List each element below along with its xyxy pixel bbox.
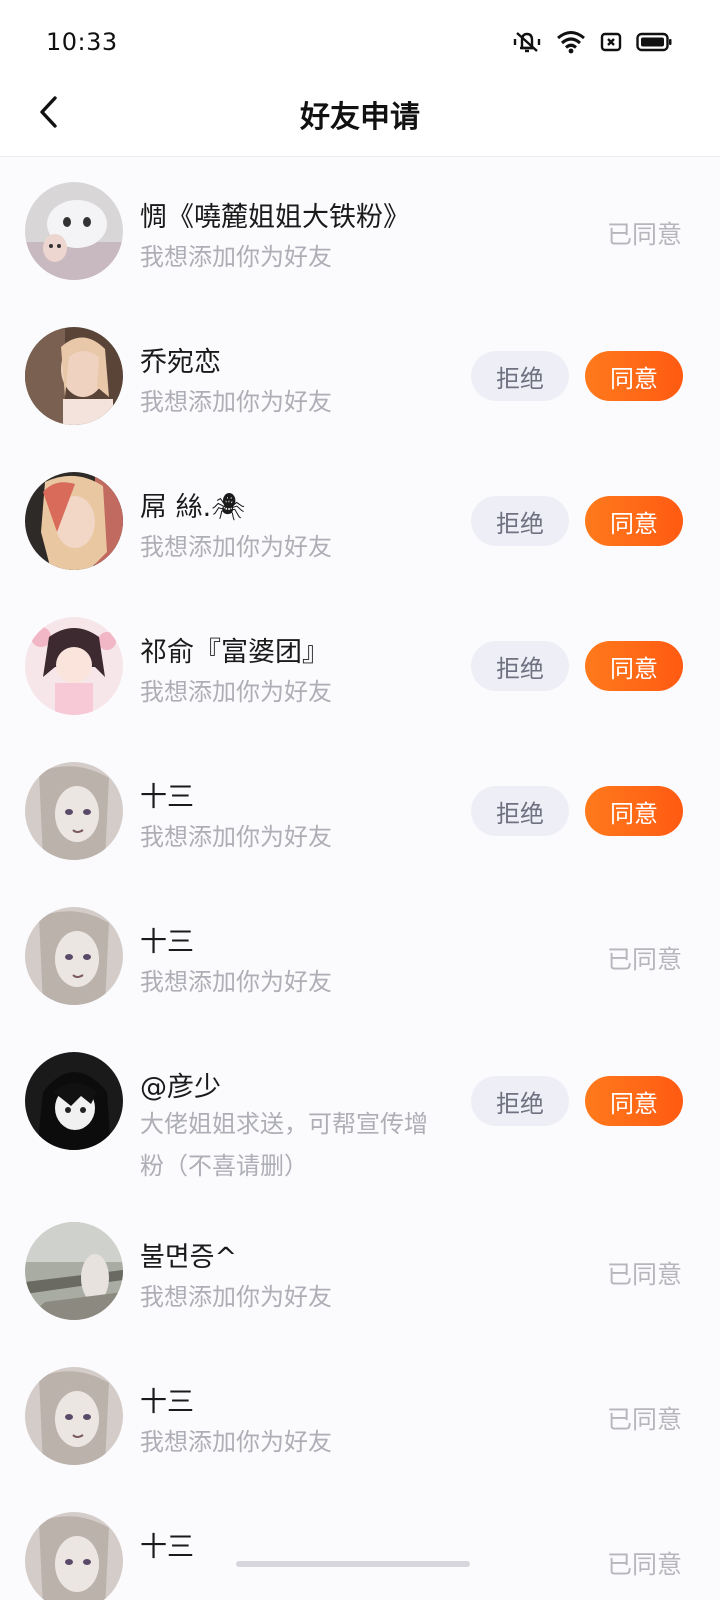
friend-request-row[interactable]: 屌 絲.🕷 我想添加你为好友 拒绝 同意 <box>0 447 720 592</box>
requester-name: 불면증^ <box>140 1242 238 1273</box>
bell-off-icon <box>512 30 542 54</box>
avatar[interactable] <box>25 762 123 860</box>
request-message: 我想添加你为好友 <box>140 968 332 996</box>
request-message: 我想添加你为好友 <box>140 533 332 561</box>
agreed-status: 已同意 <box>606 945 682 974</box>
avatar[interactable] <box>25 327 123 425</box>
reject-button[interactable]: 拒绝 <box>471 786 569 836</box>
sim-card-icon <box>600 31 622 53</box>
request-message: 我想添加你为好友 <box>140 388 332 416</box>
friend-request-row[interactable]: 十三 我想添加你为好友 已同意 <box>0 882 720 1027</box>
avatar[interactable] <box>25 472 123 570</box>
request-message: 我想添加你为好友 <box>140 243 332 271</box>
accept-button[interactable]: 同意 <box>585 351 683 401</box>
request-message: 我想添加你为好友 <box>140 823 332 851</box>
status-time: 10:33 <box>46 28 118 56</box>
avatar[interactable] <box>25 1512 123 1600</box>
page-title: 好友申请 <box>300 100 420 135</box>
friend-request-row[interactable]: 불면증^ 我想添加你为好友 已同意 <box>0 1197 720 1342</box>
accept-button[interactable]: 同意 <box>585 1076 683 1126</box>
avatar[interactable] <box>25 1222 123 1320</box>
requester-name: @彦少 <box>140 1072 221 1103</box>
avatar[interactable] <box>25 907 123 1005</box>
requester-name: 乔宛恋 <box>140 347 221 378</box>
requester-name: 祁俞『富婆团』 <box>140 637 329 668</box>
avatar[interactable] <box>25 617 123 715</box>
avatar[interactable] <box>25 1052 123 1150</box>
reject-button[interactable]: 拒绝 <box>471 1076 569 1126</box>
friend-request-row[interactable]: 十三 我想添加你为好友 已同意 <box>0 1342 720 1487</box>
reject-button[interactable]: 拒绝 <box>471 641 569 691</box>
battery-icon <box>636 31 672 53</box>
navigation-bar: 好友申请 <box>0 82 720 157</box>
friend-request-row[interactable]: 十三 我想添加你为好友 拒绝 同意 <box>0 737 720 882</box>
friend-request-row[interactable]: 十三 已同意 <box>0 1487 720 1600</box>
requester-name: 惆《嘵麓姐姐大铁粉》 <box>140 202 410 233</box>
agreed-status: 已同意 <box>606 1405 682 1434</box>
friend-request-row[interactable]: 惆《嘵麓姐姐大铁粉》 我想添加你为好友 已同意 <box>0 157 720 302</box>
request-message: 我想添加你为好友 <box>140 1428 332 1456</box>
avatar[interactable] <box>25 1367 123 1465</box>
avatar[interactable] <box>25 182 123 280</box>
accept-button[interactable]: 同意 <box>585 641 683 691</box>
agreed-status: 已同意 <box>606 220 682 249</box>
friend-request-row[interactable]: 祁俞『富婆团』 我想添加你为好友 拒绝 同意 <box>0 592 720 737</box>
agreed-status: 已同意 <box>606 1260 682 1289</box>
wifi-icon <box>556 30 586 54</box>
friend-request-list[interactable]: 惆《嘵麓姐姐大铁粉》 我想添加你为好友 已同意 乔宛恋 我想添加你为好友 拒绝 … <box>0 157 720 1600</box>
friend-request-row[interactable]: @彦少 大佬姐姐求送，可帮宣传增粉（不喜请删） 拒绝 同意 <box>0 1027 720 1197</box>
reject-button[interactable]: 拒绝 <box>471 496 569 546</box>
requester-name: 十三 <box>140 782 194 813</box>
requester-name: 十三 <box>140 1532 194 1563</box>
requester-name: 十三 <box>140 927 194 958</box>
friend-request-row[interactable]: 乔宛恋 我想添加你为好友 拒绝 同意 <box>0 302 720 447</box>
request-message: 我想添加你为好友 <box>140 678 332 706</box>
status-icons <box>512 30 672 54</box>
requester-name: 十三 <box>140 1387 194 1418</box>
status-bar: 10:33 <box>0 0 720 82</box>
agreed-status: 已同意 <box>606 1550 682 1579</box>
reject-button[interactable]: 拒绝 <box>471 351 569 401</box>
accept-button[interactable]: 同意 <box>585 496 683 546</box>
home-indicator <box>236 1561 470 1567</box>
request-message: 大佬姐姐求送，可帮宣传增粉（不喜请删） <box>140 1110 428 1180</box>
accept-button[interactable]: 同意 <box>585 786 683 836</box>
request-message: 我想添加你为好友 <box>140 1283 332 1311</box>
requester-name: 屌 絲.🕷 <box>140 492 246 523</box>
